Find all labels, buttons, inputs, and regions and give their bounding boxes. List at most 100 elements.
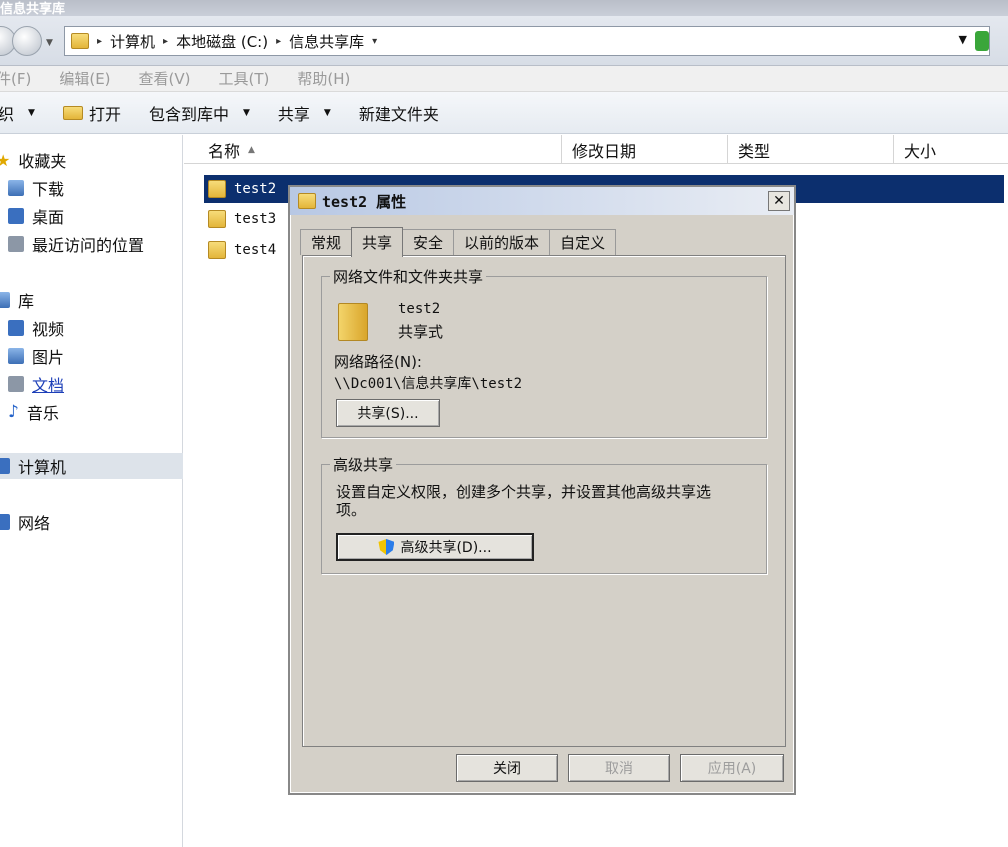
window-title-bar: 信息共享库 [0,0,1008,17]
close-icon[interactable]: ✕ [768,191,790,211]
chevron-right-icon[interactable]: ▸ [97,36,102,47]
downloads-icon [8,180,24,196]
menu-bar: 件(F) 编辑(E) 查看(V) 工具(T) 帮助(H) [0,66,1008,92]
menu-tools[interactable]: 工具(T) [205,68,284,89]
advanced-sharing-button[interactable]: 高级共享(D)... [336,533,534,561]
tab-general[interactable]: 常规 [300,229,353,255]
organize-button[interactable]: 织 ▼ [0,101,35,125]
sidebar-item-label: 音乐 [26,404,59,423]
column-date-modified[interactable]: 修改日期 [562,135,728,164]
address-bar[interactable]: ▸ 计算机 ▸ 本地磁盘 (C:) ▸ 信息共享库 ▾ ▼ [64,26,990,56]
sidebar-item-recent-places[interactable]: 最近访问的位置 [8,231,144,257]
folder-icon [298,193,316,209]
forward-button[interactable] [12,26,42,56]
sharing-tab-panel: 网络文件和文件夹共享 test2 共享式 网络路径(N): \\Dc001\信息… [302,255,786,747]
dialog-title: test2 属性 [322,192,407,211]
sidebar-item-label: 计算机 [18,458,67,477]
menu-view[interactable]: 查看(V) [125,68,205,89]
file-name: test4 [234,242,277,258]
close-button[interactable]: 关闭 [456,754,558,782]
menu-file[interactable]: 件(F) [0,68,45,89]
menu-edit[interactable]: 编辑(E) [45,68,124,89]
column-size[interactable]: 大小 [894,135,1008,164]
sidebar-item-music[interactable]: ♪ 音乐 [8,399,59,425]
tab-previous-versions[interactable]: 以前的版本 [453,229,551,255]
shared-folder-icon [338,303,368,341]
sidebar-item-documents[interactable]: 文档 [8,371,64,397]
advanced-sharing-group: 高级共享 设置自定义权限，创建多个共享，并设置其他高级共享选 项。 高级共享(D… [321,454,767,574]
share-button-label: 共享(S)... [357,406,419,422]
network-sharing-group: 网络文件和文件夹共享 test2 共享式 网络路径(N): \\Dc001\信息… [321,266,767,438]
column-date-label: 修改日期 [572,141,637,161]
window-title: 信息共享库 [0,2,66,17]
recent-places-icon [8,236,24,252]
sidebar-item-desktop[interactable]: 桌面 [8,203,64,229]
tab-sharing[interactable]: 共享 [351,227,404,257]
shared-folder-name: test2 [398,301,441,317]
advanced-sharing-description-line-2: 项。 [336,501,367,519]
sidebar-item-label: 桌面 [32,208,65,227]
file-name: test3 [234,211,277,227]
sidebar-item-computer[interactable]: 计算机 [0,453,183,479]
sidebar-item-favorites[interactable]: ★ 收藏夹 [0,147,66,173]
network-icon [0,514,10,530]
sidebar-item-pictures[interactable]: 图片 [8,343,64,369]
refresh-icon[interactable] [975,31,989,51]
sort-ascending-icon: ▲ [248,144,255,155]
include-in-library-button[interactable]: 包含到库中 ▼ [149,101,250,125]
share-with-button[interactable]: 共享 ▼ [278,101,331,125]
pictures-icon [8,348,24,364]
column-type[interactable]: 类型 [728,135,894,164]
desktop-icon [8,208,24,224]
chevron-right-icon[interactable]: ▸ [163,36,168,47]
sidebar-item-label: 最近访问的位置 [32,236,145,255]
history-dropdown-icon[interactable]: ▼ [46,38,53,48]
file-row-test4[interactable]: test4 [208,236,276,264]
folder-icon [208,210,226,228]
dialog-title-bar[interactable]: test2 属性 ✕ [290,187,794,215]
new-folder-button[interactable]: 新建文件夹 [359,101,439,125]
share-with-label: 共享 [277,104,310,124]
column-size-label: 大小 [904,141,937,161]
apply-button[interactable]: 应用(A) [680,754,784,782]
sidebar-item-libraries[interactable]: 库 [0,287,34,313]
sidebar-item-label: 下载 [32,180,65,199]
column-type-label: 类型 [738,141,771,161]
breadcrumb-share-library[interactable]: 信息共享库 [289,31,364,52]
video-icon [8,320,24,336]
navigation-pane: ★ 收藏夹 下载 桌面 最近访问的位置 库 视频 图片 文档 ♪ 音乐 计算机 … [0,135,183,847]
tab-customize[interactable]: 自定义 [549,229,617,255]
menu-help[interactable]: 帮助(H) [283,68,364,89]
address-row: ▼ ▸ 计算机 ▸ 本地磁盘 (C:) ▸ 信息共享库 ▾ ▼ [0,16,1008,66]
advanced-sharing-description-line-1: 设置自定义权限，创建多个共享，并设置其他高级共享选 [336,483,712,501]
chevron-right-icon[interactable]: ▸ [276,36,281,47]
star-icon: ★ [0,150,11,170]
sidebar-item-label: 网络 [18,514,51,533]
breadcrumb-local-disk[interactable]: 本地磁盘 (C:) [176,31,268,52]
address-dropdown-icon[interactable]: ▼ [959,33,967,46]
sidebar-item-network[interactable]: 网络 [0,509,50,535]
tab-label: 常规 [311,234,342,252]
column-name-label: 名称 [208,141,241,161]
sidebar-item-label: 收藏夹 [18,152,67,171]
music-note-icon: ♪ [8,402,19,422]
apply-button-label: 应用(A) [707,761,757,777]
chevron-down-icon[interactable]: ▾ [372,36,377,47]
breadcrumb-computer[interactable]: 计算机 [110,31,155,52]
network-path-value: \\Dc001\信息共享库\test2 [334,376,523,392]
sidebar-item-downloads[interactable]: 下载 [8,175,64,201]
cancel-button[interactable]: 取消 [568,754,670,782]
share-button[interactable]: 共享(S)... [336,399,440,427]
properties-dialog: test2 属性 ✕ 常规 共享 安全 以前的版本 自定义 网络文件和文件夹共享… [288,185,796,795]
folder-icon [71,33,89,49]
close-button-label: 关闭 [493,761,521,777]
tab-security[interactable]: 安全 [402,229,455,255]
file-row-test3[interactable]: test3 [208,205,276,233]
advanced-sharing-button-label: 高级共享(D)... [400,540,492,556]
column-name[interactable]: 名称 ▲ [184,135,562,164]
group-title: 网络文件和文件夹共享 [330,266,487,287]
open-button[interactable]: 打开 [62,101,121,125]
group-title: 高级共享 [330,454,397,475]
cancel-button-label: 取消 [605,761,633,777]
sidebar-item-videos[interactable]: 视频 [8,315,64,341]
